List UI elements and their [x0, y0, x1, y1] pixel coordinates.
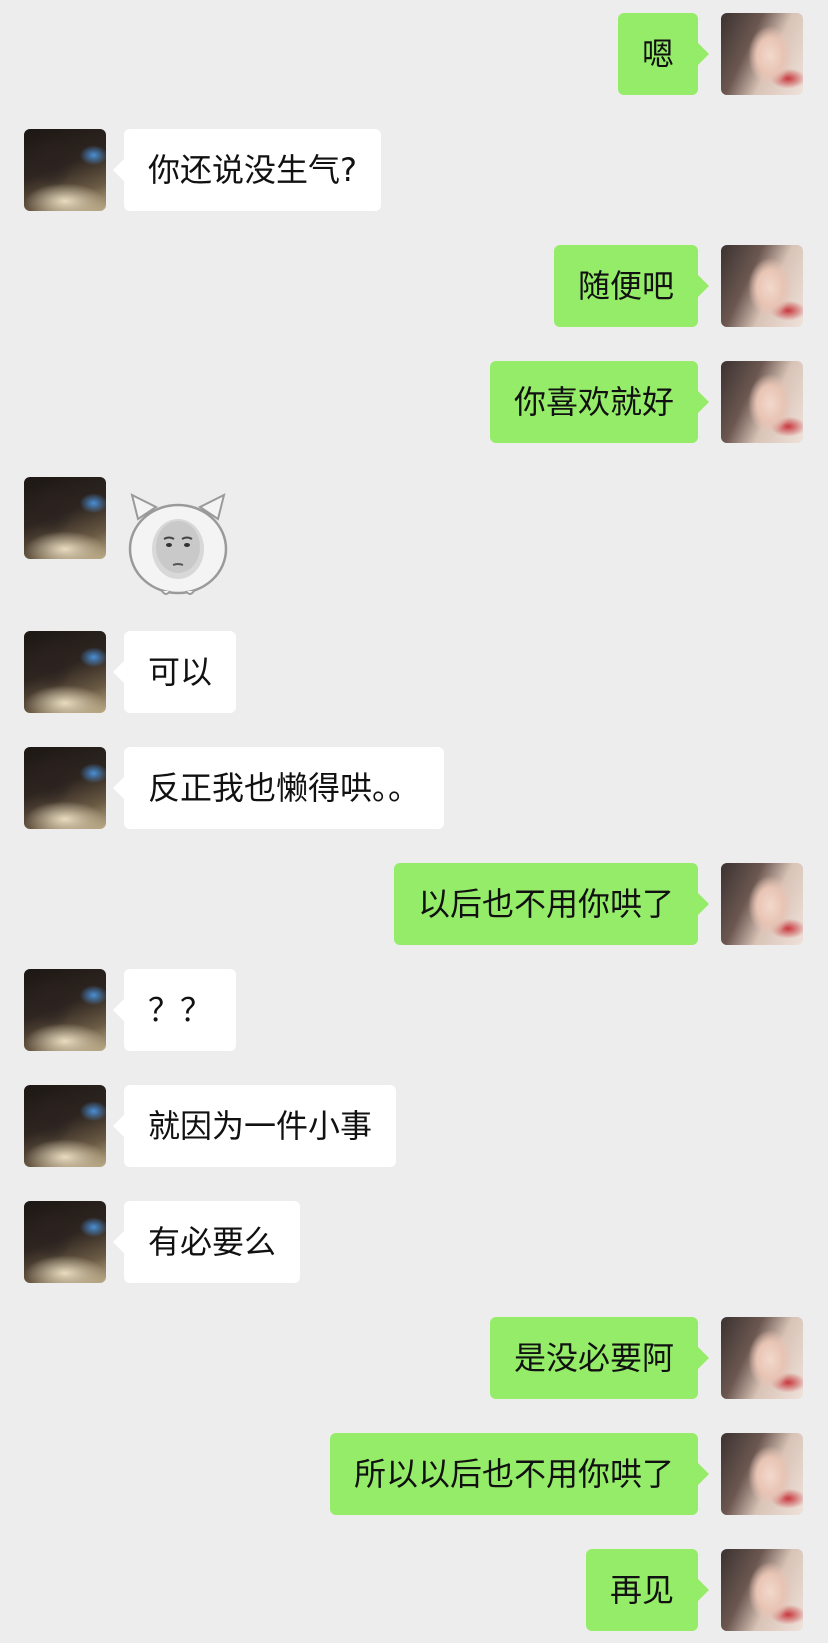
message-bubble[interactable]: 再见: [585, 1549, 710, 1631]
message-row-incoming: ？？: [0, 969, 828, 1051]
self-avatar[interactable]: [721, 1549, 803, 1631]
message-bubble[interactable]: 嗯: [617, 13, 710, 95]
message-text: 你喜欢就好: [513, 383, 674, 421]
self-avatar[interactable]: [721, 13, 803, 95]
message-bubble[interactable]: 可以: [112, 631, 237, 713]
message-bubble[interactable]: 所以以后也不用你哄了: [329, 1433, 710, 1515]
message-bubble[interactable]: 就因为一件小事: [112, 1085, 397, 1167]
message-bubble[interactable]: ？？: [112, 969, 237, 1051]
message-text: 是没必要阿: [513, 1339, 674, 1377]
message-text: 嗯: [641, 35, 674, 73]
contact-avatar[interactable]: [24, 631, 106, 713]
message-text: 你还说没生气?: [148, 151, 357, 189]
contact-avatar[interactable]: [24, 969, 106, 1051]
message-bubble[interactable]: 你还说没生气?: [113, 129, 381, 211]
message-bubble[interactable]: 反正我也懒得哄。。: [112, 747, 445, 829]
contact-avatar[interactable]: [24, 747, 106, 829]
message-text: 再见: [609, 1571, 674, 1609]
self-avatar[interactable]: [721, 1317, 803, 1399]
self-avatar[interactable]: [721, 361, 803, 443]
self-avatar[interactable]: [721, 1433, 803, 1515]
message-text: 就因为一件小事: [148, 1107, 373, 1145]
message-row-incoming: 你还说没生气?: [0, 129, 828, 211]
message-text: 随便吧: [577, 267, 674, 305]
message-row-incoming: 有必要么: [0, 1201, 828, 1283]
message-row-outgoing: 嗯: [0, 13, 828, 95]
message-row-outgoing: 你喜欢就好: [0, 361, 828, 443]
message-row-outgoing: 以后也不用你哄了: [0, 863, 828, 945]
message-text: 以后也不用你哄了: [417, 885, 674, 923]
contact-avatar[interactable]: [24, 477, 106, 559]
message-bubble[interactable]: 随便吧: [553, 245, 710, 327]
contact-avatar[interactable]: [24, 1201, 106, 1283]
message-text: 可以: [148, 653, 213, 691]
message-row-outgoing: 随便吧: [0, 245, 828, 327]
chubby-baby-face-sticker[interactable]: [124, 489, 232, 599]
message-row-incoming: 可以: [0, 631, 828, 713]
message-text: ？？: [148, 991, 213, 1029]
message-row-incoming: [0, 477, 828, 607]
message-bubble[interactable]: 是没必要阿: [489, 1317, 710, 1399]
message-bubble[interactable]: 你喜欢就好: [489, 361, 710, 443]
self-avatar[interactable]: [721, 245, 803, 327]
self-avatar[interactable]: [721, 863, 803, 945]
message-text: 反正我也懒得哄。。: [148, 769, 421, 807]
message-row-incoming: 反正我也懒得哄。。: [0, 747, 828, 829]
contact-avatar[interactable]: [24, 129, 106, 211]
contact-avatar[interactable]: [24, 1085, 106, 1167]
message-bubble[interactable]: 有必要么: [112, 1201, 301, 1283]
message-row-outgoing: 再见: [0, 1549, 828, 1631]
message-bubble[interactable]: 以后也不用你哄了: [393, 863, 710, 945]
message-row-outgoing: 所以以后也不用你哄了: [0, 1433, 828, 1515]
message-row-incoming: 就因为一件小事: [0, 1085, 828, 1167]
message-row-outgoing: 是没必要阿: [0, 1317, 828, 1399]
message-text: 所以以后也不用你哄了: [353, 1455, 674, 1493]
message-text: 有必要么: [148, 1223, 277, 1261]
